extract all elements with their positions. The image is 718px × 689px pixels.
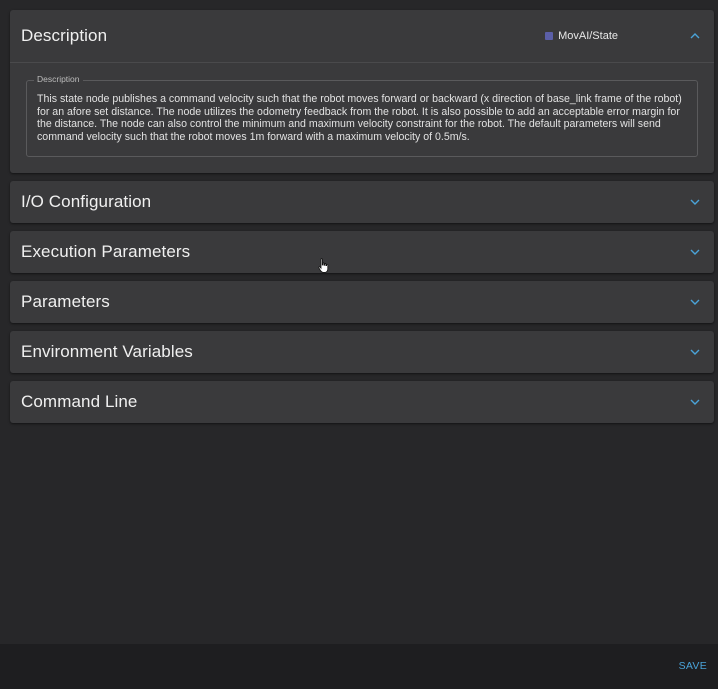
hand-cursor-icon xyxy=(318,258,330,274)
io-configuration-panel: I/O Configuration xyxy=(10,181,714,223)
node-type-badge: MovAI/State xyxy=(545,30,618,42)
execution-parameters-panel-header[interactable]: Execution Parameters xyxy=(10,231,714,273)
parameters-panel-title: Parameters xyxy=(21,292,110,311)
description-field-label: Description xyxy=(34,74,83,84)
command-line-panel: Command Line xyxy=(10,381,714,423)
parameters-panel-header[interactable]: Parameters xyxy=(10,281,714,323)
node-editor-page: Description MovAI/State Description This… xyxy=(0,0,718,689)
chevron-up-icon[interactable] xyxy=(688,29,702,43)
environment-variables-panel-title: Environment Variables xyxy=(21,342,193,361)
environment-variables-panel-header[interactable]: Environment Variables xyxy=(10,331,714,373)
description-text: This state node publishes a command velo… xyxy=(37,93,682,143)
footer-bar: SAVE xyxy=(0,644,718,689)
command-line-panel-header[interactable]: Command Line xyxy=(10,381,714,423)
environment-variables-panel: Environment Variables xyxy=(10,331,714,373)
save-button[interactable]: SAVE xyxy=(679,660,707,672)
chevron-down-icon[interactable] xyxy=(688,345,702,359)
description-textarea[interactable]: Description This state node publishes a … xyxy=(26,74,698,157)
description-panel-body: Description This state node publishes a … xyxy=(10,63,714,173)
io-configuration-panel-title: I/O Configuration xyxy=(21,192,152,211)
io-configuration-panel-header[interactable]: I/O Configuration xyxy=(10,181,714,223)
description-panel-title: Description xyxy=(21,26,108,45)
accordion-list: Description MovAI/State Description This… xyxy=(10,10,714,431)
execution-parameters-panel: Execution Parameters xyxy=(10,231,714,273)
command-line-panel-title: Command Line xyxy=(21,392,138,411)
chevron-down-icon[interactable] xyxy=(688,245,702,259)
description-panel-header[interactable]: Description MovAI/State xyxy=(10,10,714,63)
parameters-panel: Parameters xyxy=(10,281,714,323)
badge-color-square xyxy=(545,32,554,40)
chevron-down-icon[interactable] xyxy=(688,195,702,209)
chevron-down-icon[interactable] xyxy=(688,295,702,309)
execution-parameters-panel-title: Execution Parameters xyxy=(21,242,191,261)
node-type-label: MovAI/State xyxy=(558,30,618,42)
chevron-down-icon[interactable] xyxy=(688,395,702,409)
description-panel: Description MovAI/State Description This… xyxy=(10,10,714,173)
